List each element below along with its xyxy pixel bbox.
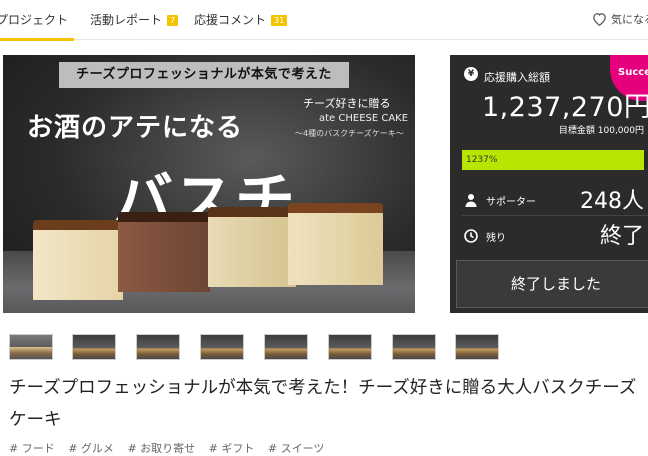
project-title: チーズプロフェッショナルが本気で考えた！チーズ好きに贈る大人バスクチーズケーキ: [9, 378, 637, 430]
total-label: 応援購入総額: [484, 71, 550, 84]
favorite-label: 気になる: [611, 13, 648, 26]
goal-amount: 目標金額 100,000円: [558, 126, 644, 136]
cake-slice-cheese: [288, 203, 383, 285]
favorite-button[interactable]: 気になる: [592, 0, 648, 40]
tag-food[interactable]: # フード: [9, 442, 55, 455]
clock-icon: [464, 228, 478, 243]
yen-icon: ¥: [464, 67, 478, 81]
tab-bar: プロジェクト 活動レポート 7 応援コメント 31 気になる: [0, 0, 648, 41]
tag-gift[interactable]: # ギフト: [209, 442, 255, 455]
cake-slice-chocolate: [118, 212, 210, 292]
total-amount: 1,237,270円: [482, 92, 648, 123]
tab-comments[interactable]: 応援コメント 31: [194, 0, 288, 40]
tag-sweets[interactable]: # スイーツ: [268, 442, 325, 455]
panel-divider: [462, 215, 648, 216]
tag-gourmet[interactable]: # グルメ: [68, 442, 114, 455]
tab-comments-label: 応援コメント: [194, 13, 267, 27]
heart-icon: [593, 13, 606, 27]
tab-reports-label: 活動レポート: [90, 13, 163, 27]
tab-reports[interactable]: 活動レポート 7: [90, 0, 179, 40]
thumbnail-strip: [9, 334, 509, 360]
thumbnail-2[interactable]: [72, 334, 116, 360]
progress-label: 1237%: [466, 155, 498, 165]
thumbnail-7[interactable]: [392, 334, 436, 360]
progress-bar: 1237%: [462, 150, 644, 170]
hero-subtext-2: ate CHEESE CAKE: [319, 113, 409, 124]
hero-banner-text: チーズプロフェッショナルが本気で考えた: [59, 62, 349, 88]
thumbnail-4[interactable]: [200, 334, 244, 360]
hero-headline-1: お酒のアテになる: [27, 113, 244, 143]
supporters-value: 248人: [580, 189, 644, 214]
success-badge-label: Succe: [618, 67, 648, 78]
supporters-label: サポーター: [486, 197, 536, 208]
remaining-label: 残り: [486, 233, 506, 244]
hero-subtext-1: チーズ好きに贈る: [303, 97, 391, 110]
tag-order[interactable]: # お取り寄せ: [127, 442, 195, 455]
hero-subtext-3: ～4種のバスクチーズケーキ～: [295, 129, 404, 138]
person-icon: [464, 192, 478, 207]
thumbnail-3[interactable]: [136, 334, 180, 360]
cake-slice-plain: [33, 220, 123, 300]
thumbnail-6[interactable]: [328, 334, 372, 360]
tag-list: # フード # グルメ # お取り寄せ # ギフト # スイーツ: [9, 440, 334, 456]
tab-project[interactable]: プロジェクト: [0, 0, 75, 41]
comments-count-badge: 31: [271, 15, 288, 26]
tab-project-label: プロジェクト: [0, 13, 69, 27]
remaining-value: 終了: [599, 224, 644, 249]
thumbnail-1[interactable]: [9, 334, 53, 360]
cake-slice-matcha: [208, 207, 296, 287]
reports-count-badge: 7: [167, 15, 179, 26]
thumbnail-5[interactable]: [264, 334, 308, 360]
hero-image[interactable]: チーズプロフェッショナルが本気で考えた お酒のアテになる バスチー。 チーズ好き…: [3, 55, 415, 313]
thumbnail-8[interactable]: [455, 334, 499, 360]
funding-panel: Succe ¥ 応援購入総額 1,237,270円 目標金額 100,000円 …: [450, 55, 648, 313]
project-ended-button[interactable]: 終了しました: [456, 260, 648, 308]
